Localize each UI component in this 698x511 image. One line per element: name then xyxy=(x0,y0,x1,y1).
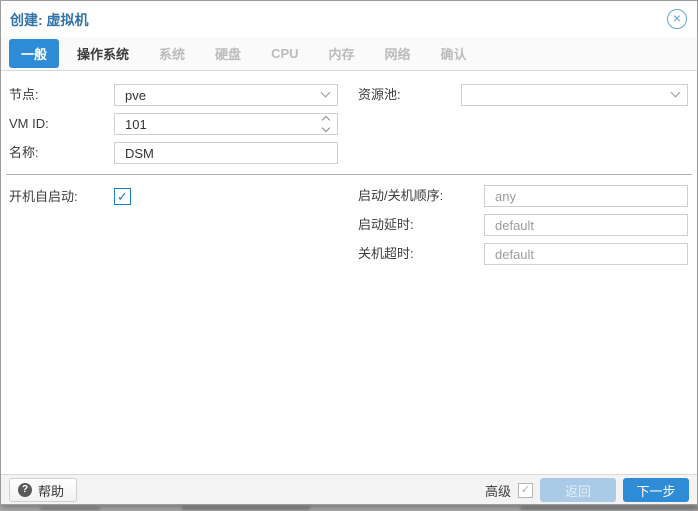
next-button[interactable]: 下一步 xyxy=(623,478,689,502)
start-at-boot-label: 开机自启动: xyxy=(9,189,78,204)
chevron-down-icon[interactable] xyxy=(320,87,332,99)
footer-actions: 高级 ✓ 返回 下一步 xyxy=(485,478,689,502)
vm-id-spinner[interactable] xyxy=(114,113,338,135)
start-at-boot-checkbox[interactable]: ✓ xyxy=(114,188,131,205)
node-label: 节点: xyxy=(9,87,39,102)
chevron-down-icon[interactable] xyxy=(670,87,682,99)
section-divider xyxy=(6,174,692,175)
tab-general[interactable]: 一般 xyxy=(9,39,60,68)
tab-bar: 一般 操作系统 系统 硬盘 CPU 内存 网络 确认 xyxy=(1,37,697,71)
resource-pool-label: 资源池: xyxy=(358,87,401,102)
dialog-footer: ? 帮助 高级 ✓ 返回 下一步 xyxy=(1,474,697,504)
back-button: 返回 xyxy=(540,478,616,502)
startup-delay-label: 启动延时: xyxy=(358,217,414,232)
question-circle-icon: ? xyxy=(18,483,32,497)
tab-cpu: CPU xyxy=(271,46,299,61)
shutdown-timeout-label: 关机超时: xyxy=(358,246,414,261)
help-button-label: 帮助 xyxy=(38,483,65,499)
close-icon[interactable]: × xyxy=(667,9,687,29)
dialog-title: 创建: 虚拟机 xyxy=(10,12,89,28)
advanced-label: 高级 xyxy=(484,483,511,499)
shutdown-timeout-field[interactable] xyxy=(484,243,688,265)
help-button[interactable]: ? 帮助 xyxy=(9,478,78,502)
name-label: 名称: xyxy=(9,145,39,160)
tab-network: 网络 xyxy=(384,47,411,62)
tab-confirm: 确认 xyxy=(440,47,467,62)
startup-delay-field[interactable] xyxy=(484,214,688,236)
advanced-checkbox[interactable]: ✓ xyxy=(518,482,533,498)
background-content xyxy=(520,506,698,510)
vm-id-label: VM ID: xyxy=(9,116,49,131)
form-body: 节点: 资源池: VM ID: 名称: 开机自启动: ✓ 启动/关机顺序: 启动… xyxy=(1,71,697,474)
tab-system: 系统 xyxy=(159,47,186,62)
tab-disks: 硬盘 xyxy=(215,47,242,62)
name-field[interactable] xyxy=(114,142,338,164)
up-down-spinner-icon[interactable] xyxy=(321,115,331,133)
tab-os[interactable]: 操作系统 xyxy=(65,39,141,68)
create-vm-dialog: 创建: 虚拟机 × 一般 操作系统 系统 硬盘 CPU 内存 网络 确认 节点:… xyxy=(0,0,698,505)
startup-order-label: 启动/关机顺序: xyxy=(358,188,444,203)
startup-order-field[interactable] xyxy=(484,185,688,207)
background-content xyxy=(182,506,310,510)
background-content xyxy=(40,507,100,510)
tab-memory: 内存 xyxy=(328,47,355,62)
node-combobox[interactable] xyxy=(114,84,338,106)
dialog-header: 创建: 虚拟机 × xyxy=(1,1,697,37)
resource-pool-combobox[interactable] xyxy=(461,84,688,106)
